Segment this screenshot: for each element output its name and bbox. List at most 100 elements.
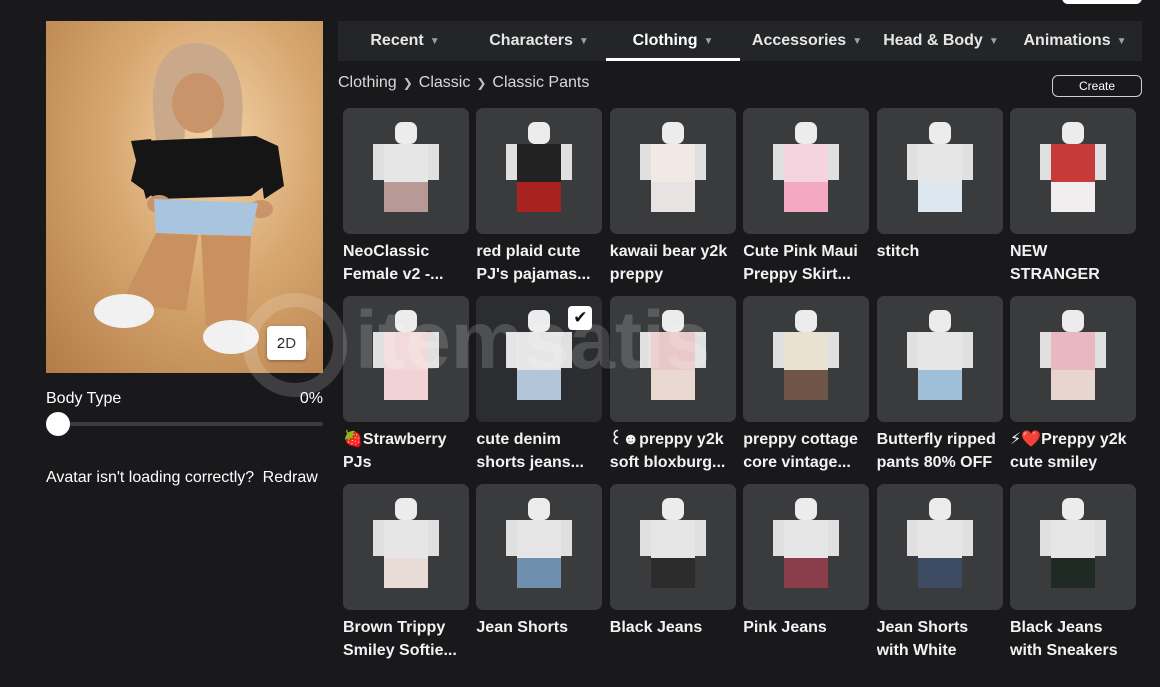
- item-name: 🍓Strawberry PJs: [343, 431, 447, 471]
- item-name: cute denim shorts jeans...: [476, 431, 584, 471]
- checkmark-icon: ✔: [568, 306, 593, 330]
- catalog-item[interactable]: ✔ cute denim shorts jeans...: [476, 296, 603, 474]
- chevron-right-icon: ❯: [476, 76, 487, 90]
- mannequin-figure: [773, 310, 840, 400]
- item-thumbnail[interactable]: [1010, 108, 1136, 234]
- avatar-loading-text: Avatar isn't loading correctly?: [46, 469, 255, 486]
- item-thumbnail[interactable]: [1010, 296, 1136, 422]
- item-thumbnail[interactable]: [743, 484, 870, 610]
- item-thumbnail[interactable]: [476, 108, 603, 234]
- breadcrumb-clothing[interactable]: Clothing: [338, 74, 397, 92]
- body-type-label: Body Type: [46, 390, 122, 407]
- mannequin-figure: [773, 122, 840, 212]
- item-thumbnail[interactable]: [876, 108, 1003, 234]
- catalog-item[interactable]: Jean Shorts with White Shoes: [876, 484, 1003, 662]
- item-name: Black Jeans with Sneakers: [1010, 619, 1118, 659]
- breadcrumb: Clothing ❯ Classic ❯ Classic Pants: [338, 74, 589, 92]
- catalog-item[interactable]: Black Jeans with Sneakers: [1010, 484, 1136, 662]
- tab-characters[interactable]: Characters ▼: [472, 21, 606, 61]
- item-thumbnail[interactable]: [343, 108, 469, 234]
- catalog-item[interactable]: Black Jeans: [609, 484, 736, 662]
- mannequin-figure: [373, 498, 439, 588]
- chevron-down-icon: ▼: [578, 35, 589, 47]
- item-thumbnail[interactable]: [876, 296, 1003, 422]
- catalog-item[interactable]: 🍓Strawberry PJs: [343, 296, 469, 474]
- mannequin-figure: [906, 498, 973, 588]
- item-thumbnail[interactable]: [876, 484, 1003, 610]
- item-thumbnail[interactable]: [609, 296, 736, 422]
- chevron-down-icon: ▼: [1116, 35, 1127, 47]
- avatar-preview: 2D: [46, 21, 323, 373]
- mannequin-figure: [1040, 498, 1106, 588]
- catalog-item[interactable]: stitch: [876, 108, 1003, 286]
- tab-label: Animations: [1023, 32, 1111, 49]
- item-name: kawaii bear y2k preppy aestheti...: [609, 243, 728, 283]
- item-thumbnail[interactable]: [343, 484, 469, 610]
- item-thumbnail[interactable]: [609, 484, 736, 610]
- tab-label: Recent: [370, 32, 424, 49]
- item-thumbnail[interactable]: [476, 484, 603, 610]
- breadcrumb-classic[interactable]: Classic: [419, 74, 471, 92]
- body-type-value: 0%: [299, 390, 323, 407]
- mannequin-figure: [373, 310, 439, 400]
- top-right-button-edge[interactable]: [1062, 0, 1142, 4]
- category-tabs: Recent ▼ Characters ▼ Clothing ▼ Accessorie…: [338, 21, 1142, 61]
- item-name: Jean Shorts: [476, 619, 568, 636]
- item-name: red plaid cute PJ's pajamas...: [476, 243, 591, 283]
- tab-animations[interactable]: Animations ▼: [1008, 21, 1142, 61]
- chevron-down-icon: ▼: [852, 35, 863, 47]
- item-name: Cute Pink Maui Preppy Skirt...: [743, 243, 858, 283]
- item-thumbnail[interactable]: [343, 296, 469, 422]
- tab-recent[interactable]: Recent ▼: [338, 21, 472, 61]
- tab-clothing[interactable]: Clothing ▼: [606, 21, 740, 61]
- catalog-item[interactable]: NeoClassic Female v2 -...: [343, 108, 469, 286]
- body-type-slider-track[interactable]: [46, 422, 323, 426]
- chevron-right-icon: ❯: [402, 76, 413, 90]
- item-thumbnail[interactable]: [743, 108, 870, 234]
- item-name: ꒰☻preppy y2k soft bloxburg...: [609, 431, 726, 471]
- item-name: NEW STRANGER THINGS...: [1010, 243, 1100, 283]
- catalog-item[interactable]: ⚡❤️Preppy y2k cute smiley girl...: [1010, 296, 1136, 474]
- mannequin-figure: [506, 498, 573, 588]
- mannequin-figure: [1040, 310, 1106, 400]
- mannequin-figure: [639, 122, 706, 212]
- chevron-down-icon: ▼: [703, 35, 714, 47]
- avatar-loading-help: Avatar isn't loading correctly? Redraw: [46, 469, 318, 487]
- catalog-item[interactable]: NEW STRANGER THINGS...: [1010, 108, 1136, 286]
- breadcrumb-classic-pants: Classic Pants: [492, 74, 590, 91]
- tab-accessories[interactable]: Accessories ▼: [740, 21, 874, 61]
- body-type-slider-handle[interactable]: [46, 412, 70, 436]
- item-thumbnail[interactable]: [743, 296, 870, 422]
- catalog-item[interactable]: Jean Shorts: [476, 484, 603, 662]
- tab-label: Accessories: [751, 32, 847, 49]
- catalog-item[interactable]: red plaid cute PJ's pajamas...: [476, 108, 603, 286]
- mannequin-figure: [906, 122, 973, 212]
- mannequin-figure: [373, 122, 439, 212]
- mannequin-figure: [773, 498, 840, 588]
- item-name: stitch: [876, 243, 920, 260]
- tab-head-body[interactable]: Head & Body ▼: [874, 21, 1008, 61]
- item-thumbnail[interactable]: ✔: [476, 296, 603, 422]
- item-name: Brown Trippy Smiley Softie...: [343, 619, 457, 659]
- catalog-item[interactable]: kawaii bear y2k preppy aestheti...: [609, 108, 736, 286]
- item-thumbnail[interactable]: [609, 108, 736, 234]
- chevron-down-icon: ▼: [988, 35, 999, 47]
- mannequin-figure: [1040, 122, 1106, 212]
- catalog-item[interactable]: Butterfly ripped pants 80% OFF: [876, 296, 1003, 474]
- redraw-link[interactable]: Redraw: [263, 469, 318, 486]
- item-name: NeoClassic Female v2 -...: [343, 243, 444, 283]
- catalog-item[interactable]: Cute Pink Maui Preppy Skirt...: [743, 108, 870, 286]
- tab-label: Head & Body: [883, 32, 983, 49]
- item-name: Butterfly ripped pants 80% OFF: [876, 431, 996, 471]
- catalog-item[interactable]: Brown Trippy Smiley Softie...: [343, 484, 469, 662]
- catalog-item[interactable]: ꒰☻preppy y2k soft bloxburg...: [609, 296, 736, 474]
- chevron-down-icon: ▼: [429, 35, 440, 47]
- create-button[interactable]: Create: [1052, 75, 1142, 97]
- item-name: Jean Shorts with White Shoes: [876, 619, 969, 659]
- mannequin-figure: [639, 498, 706, 588]
- view-2d-toggle-button[interactable]: 2D: [267, 326, 306, 360]
- catalog-item[interactable]: preppy cottage core vintage...: [743, 296, 870, 474]
- item-thumbnail[interactable]: [1010, 484, 1136, 610]
- item-name: ⚡❤️Preppy y2k cute smiley girl...: [1010, 431, 1127, 471]
- catalog-item[interactable]: Pink Jeans: [743, 484, 870, 662]
